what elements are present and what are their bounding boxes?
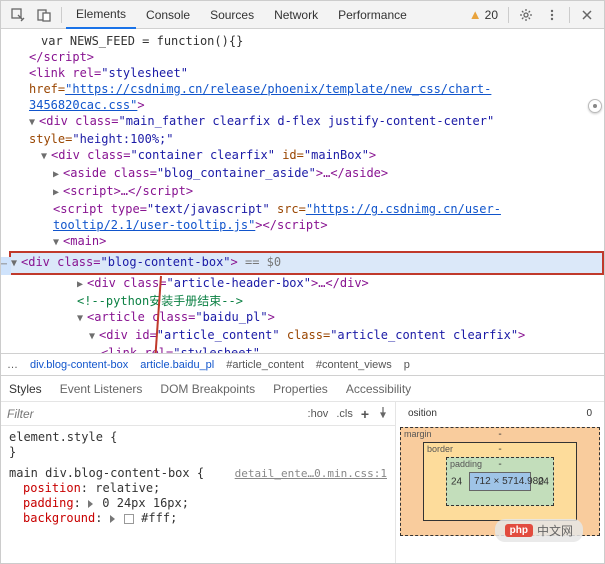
- chevron-down-icon[interactable]: ▼: [41, 149, 51, 165]
- warning-count: 20: [485, 8, 498, 22]
- dom-line[interactable]: ▼<div class="main_father clearfix d-flex…: [9, 113, 604, 147]
- crumb-item[interactable]: div.blog-content-box: [30, 359, 128, 371]
- dom-line[interactable]: ▶<aside class="blog_container_aside">…</…: [9, 165, 604, 183]
- sub-tabs: Styles Event Listeners DOM Breakpoints P…: [1, 376, 604, 402]
- rule-selector[interactable]: element.style {: [9, 430, 387, 445]
- tab-network[interactable]: Network: [264, 2, 328, 28]
- inspect-icon[interactable]: [6, 3, 30, 27]
- dom-tree[interactable]: var NEWS_FEED = function(){} </script> <…: [1, 29, 604, 353]
- chevron-right-icon[interactable]: ▶: [77, 277, 87, 293]
- subtab-dom-breakpoints[interactable]: DOM Breakpoints: [160, 382, 255, 396]
- chevron-right-icon[interactable]: ▶: [53, 185, 63, 201]
- position-label: osition: [408, 408, 437, 419]
- styles-pane: :hov .cls + element.style { } main div.b…: [1, 402, 396, 563]
- gear-icon[interactable]: [514, 3, 538, 27]
- close-icon[interactable]: [575, 3, 599, 27]
- crumb-item[interactable]: #article_content: [226, 359, 304, 371]
- subtab-event-listeners[interactable]: Event Listeners: [60, 382, 143, 396]
- color-swatch[interactable]: [124, 514, 134, 524]
- padding-label: padding: [450, 459, 482, 469]
- tab-performance[interactable]: Performance: [328, 2, 417, 28]
- dom-line[interactable]: <link rel="stylesheet" href="https://csd…: [9, 345, 604, 353]
- content-size: 712 × 5714.980: [469, 472, 531, 491]
- crumb-item[interactable]: …: [7, 359, 18, 371]
- tab-console[interactable]: Console: [136, 2, 200, 28]
- dom-line[interactable]: <!--python安装手册结束-->: [9, 293, 604, 309]
- css-property[interactable]: background: [23, 511, 95, 525]
- rule-source-link[interactable]: detail_ente…0.min.css:1: [235, 466, 387, 481]
- breadcrumb: … div.blog-content-box article.baidu_pl …: [1, 353, 604, 375]
- border-label: border: [427, 444, 453, 454]
- more-icon[interactable]: [540, 3, 564, 27]
- watermark: php 中文网: [495, 519, 583, 542]
- rule-selector[interactable]: main div.blog-content-box {: [9, 466, 204, 480]
- chevron-down-icon[interactable]: ▼: [53, 235, 63, 251]
- tab-elements[interactable]: Elements: [66, 1, 136, 29]
- chevron-right-icon[interactable]: ▶: [53, 167, 63, 183]
- devtools-toolbar: Elements Console Sources Network Perform…: [1, 1, 604, 29]
- separator: [508, 7, 509, 23]
- scroll-indicator[interactable]: [588, 99, 602, 113]
- chevron-down-icon[interactable]: ▼: [11, 256, 21, 272]
- pin-icon[interactable]: [377, 406, 389, 421]
- filter-input[interactable]: [7, 407, 308, 421]
- device-icon[interactable]: [32, 3, 56, 27]
- css-property[interactable]: position: [23, 481, 81, 495]
- separator: [569, 7, 570, 23]
- subtab-accessibility[interactable]: Accessibility: [346, 382, 411, 396]
- subtab-styles[interactable]: Styles: [9, 382, 42, 396]
- watermark-text: 中文网: [537, 522, 573, 539]
- cls-button[interactable]: .cls: [336, 408, 353, 420]
- gutter-dots: ⋯: [1, 257, 7, 273]
- warning-icon: ▲: [469, 7, 482, 22]
- chevron-down-icon[interactable]: ▼: [29, 115, 39, 131]
- subtab-properties[interactable]: Properties: [273, 382, 328, 396]
- crumb-item[interactable]: article.baidu_pl: [140, 359, 214, 371]
- dom-line[interactable]: </script>: [9, 49, 604, 65]
- tab-sources[interactable]: Sources: [200, 2, 264, 28]
- dom-line[interactable]: var NEWS_FEED = function(){}: [9, 33, 604, 49]
- crumb-item[interactable]: p: [404, 359, 410, 371]
- watermark-badge: php: [505, 524, 533, 537]
- hov-button[interactable]: :hov: [308, 408, 329, 420]
- dom-line[interactable]: ▼<div id="article_content" class="articl…: [9, 327, 604, 345]
- dom-line[interactable]: ▼<article class="baidu_pl">: [9, 309, 604, 327]
- dom-line[interactable]: ▶<div class="article-header-box">…</div>: [9, 275, 604, 293]
- css-rules[interactable]: element.style { } main div.blog-content-…: [1, 426, 395, 530]
- crumb-item[interactable]: #content_views: [316, 359, 392, 371]
- add-rule-button[interactable]: +: [361, 406, 369, 422]
- dom-line[interactable]: ▼<div class="container clearfix" id="mai…: [9, 147, 604, 165]
- chevron-down-icon[interactable]: ▼: [77, 311, 87, 327]
- dom-line[interactable]: <link rel="stylesheet" href="https://csd…: [9, 65, 604, 113]
- dom-line[interactable]: ▼<main>: [9, 233, 604, 251]
- chevron-down-icon[interactable]: ▼: [89, 329, 99, 345]
- dom-line[interactable]: ▶<script>…</script>: [9, 183, 604, 201]
- position-value: 0: [586, 408, 592, 419]
- warnings-badge[interactable]: ▲20: [463, 7, 504, 22]
- rule-close: }: [9, 445, 387, 460]
- dom-selected-row[interactable]: ▼<div class="blog-content-box"> == $0: [9, 251, 604, 275]
- expand-icon[interactable]: [88, 500, 93, 508]
- separator: [61, 7, 62, 23]
- dom-line[interactable]: <script type="text/javascript" src="http…: [9, 201, 604, 233]
- css-property[interactable]: padding: [23, 496, 74, 510]
- margin-label: margin: [404, 429, 432, 439]
- filter-bar: :hov .cls +: [1, 402, 395, 426]
- expand-icon[interactable]: [110, 515, 115, 523]
